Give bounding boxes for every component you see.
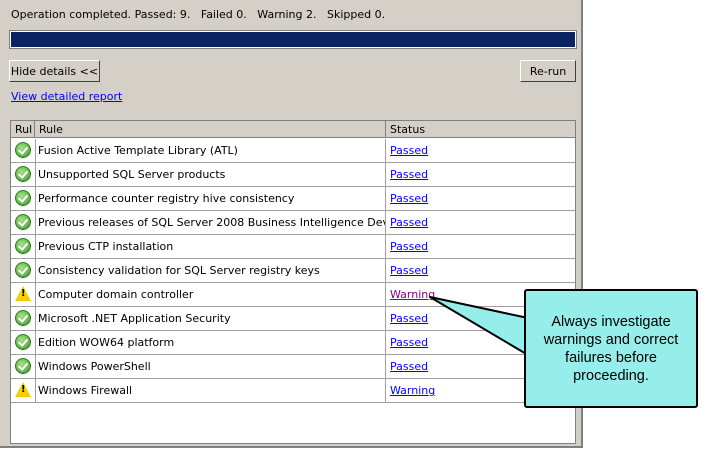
callout-note: Always investigate warnings and correct … <box>524 289 698 408</box>
callout-text: Always investigate warnings and correct … <box>543 313 679 384</box>
